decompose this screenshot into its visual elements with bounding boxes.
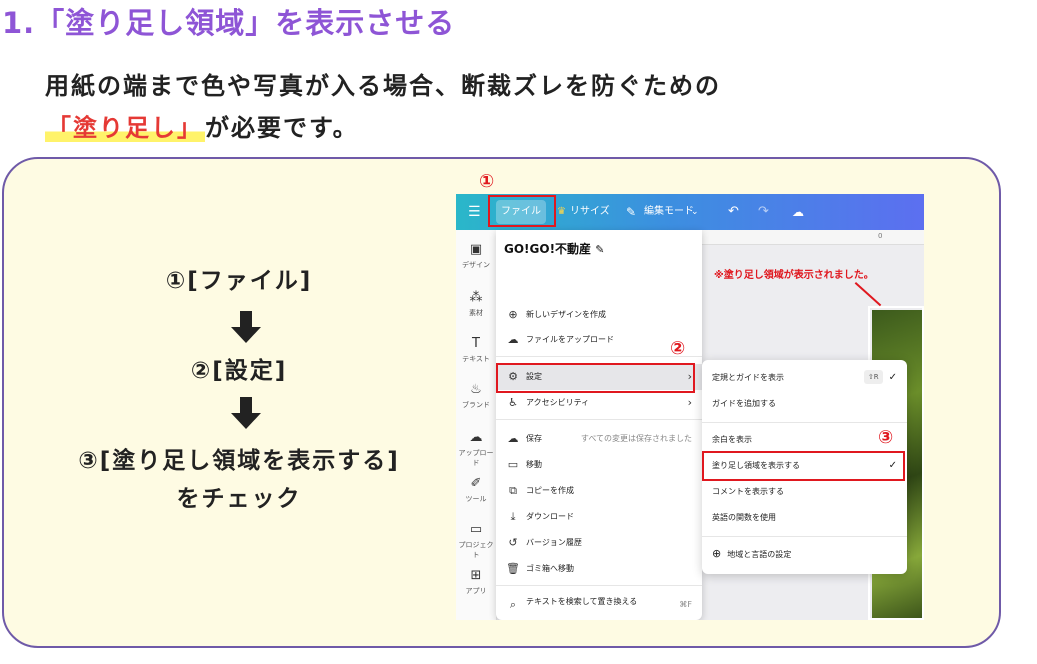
submenu-item-region-language[interactable]: ⊕ 地域と言語の設定 — [702, 542, 907, 566]
app-screenshot: ☰ ファイル ♛ リサイズ ✎ 編集モード ⌄ ↶ ↷ ☁ ▣ デザイン ⁂ 素材 … — [456, 194, 924, 620]
upload-icon: ☁ — [469, 430, 483, 445]
highlight-file — [488, 195, 556, 227]
bleed-note: ※塗り足し領域が表示されました。 — [714, 270, 874, 281]
pencil-icon: ✎ — [626, 205, 637, 219]
menu-item-save[interactable]: ☁ 保存 すべての変更は保存されました — [496, 426, 702, 452]
layout-icon: ▣ — [469, 242, 483, 257]
intro-highlight: 「塗り足し」 — [45, 114, 205, 142]
sidebar-item-tools[interactable]: ✐ ツール — [456, 476, 496, 504]
step-3: ③[塗り足し領域を表示する] — [78, 448, 400, 474]
menu-item-move[interactable]: ▭ 移動 — [496, 452, 702, 478]
ruler-zero: 0 — [878, 232, 883, 240]
submenu-item-comments[interactable]: コメントを表示する — [702, 480, 907, 504]
marker-2: ② — [670, 338, 686, 359]
menu-divider — [496, 585, 702, 586]
chevron-down-icon: ⌄ — [691, 207, 699, 217]
cloud-check-icon[interactable]: ☁ — [792, 194, 804, 230]
sidebar-item-text[interactable]: T テキスト — [456, 336, 496, 364]
menu-item-accessibility[interactable]: ♿ アクセシビリティ › — [496, 390, 702, 416]
brand-icon: ♨ — [470, 382, 482, 397]
highlight-bleed — [702, 451, 905, 481]
submenu-item-english-functions[interactable]: 英語の関数を使用 — [702, 506, 907, 530]
design-title[interactable]: GO!GO!不動産 ✎ — [504, 240, 604, 257]
menu-item-version-history[interactable]: ↺ バージョン履歴 — [496, 530, 702, 556]
submenu-item-margins[interactable]: 余白を表示 — [702, 428, 907, 452]
menu-item-copy[interactable]: ⧉ コピーを作成 — [496, 478, 702, 504]
arrow-down-icon — [231, 397, 261, 431]
search-icon: ⌕ — [509, 598, 517, 611]
page-heading: 1.「塗り足し領域」を表示させる — [2, 6, 456, 40]
menu-item-find-replace[interactable]: ⌕ テキストを検索して置き換える ⌘F — [496, 592, 702, 620]
marker-1: ① — [479, 171, 495, 192]
cloud-check-icon: ☁ — [507, 432, 519, 445]
ruler: 0 — [698, 230, 924, 245]
sidebar-item-apps[interactable]: ⊞ アプリ — [456, 568, 496, 596]
left-sidebar: ▣ デザイン ⁂ 素材 T テキスト ♨ ブランド ☁ アップロード ✐ ツール ▭ プロジェ… — [456, 230, 497, 620]
arrow-down-icon — [231, 311, 261, 345]
menu-item-new-design[interactable]: ⊕ 新しいデザインを作成 — [496, 302, 702, 328]
intro-line-2-rest: が必要です。 — [205, 114, 359, 142]
chevron-right-icon: › — [687, 396, 692, 409]
copy-icon: ⧉ — [509, 484, 517, 497]
menu-item-trash[interactable]: 🗑 ゴミ箱へ移動 — [496, 556, 702, 582]
globe-icon: ⊕ — [712, 547, 722, 560]
accessibility-icon: ♿ — [508, 396, 518, 409]
intro-line-1: 用紙の端まで色や写真が入る場合、断裁ズレを防ぐための — [45, 72, 721, 100]
highlight-settings — [496, 363, 695, 393]
elements-icon: ⁂ — [469, 290, 483, 305]
check-icon: ✓ — [888, 372, 897, 383]
menu-divider — [496, 419, 702, 420]
undo-icon[interactable]: ↶ — [728, 194, 739, 230]
marker-3: ③ — [878, 427, 894, 448]
redo-icon[interactable]: ↷ — [758, 194, 769, 230]
step-2: ②[設定] — [190, 358, 288, 384]
step-1: ①[ファイル] — [165, 268, 313, 294]
new-design-icon: ⊕ — [508, 308, 518, 321]
trash-icon: 🗑 — [506, 562, 520, 575]
upload-icon: ☁ — [507, 333, 519, 346]
save-status: すべての変更は保存されました — [580, 434, 692, 443]
file-menu: GO!GO!不動産 ✎ ⊕ 新しいデザインを作成 ☁ ファイルをアップロード ⚙ 設定… — [496, 230, 702, 620]
sidebar-item-brand[interactable]: ♨ ブランド — [456, 382, 496, 410]
folder-icon: ▭ — [469, 522, 483, 537]
menu-item-download[interactable]: ⤓ ダウンロード — [496, 504, 702, 530]
intro-line-2: 「塗り足し」が必要です。 — [45, 108, 359, 143]
edit-mode-button[interactable]: 編集モード — [644, 194, 694, 230]
crown-icon: ♛ — [557, 206, 566, 217]
hamburger-icon[interactable]: ☰ — [468, 194, 481, 230]
step-3-check: をチェック — [176, 486, 302, 512]
sidebar-item-projects[interactable]: ▭ プロジェクト — [456, 522, 496, 560]
sidebar-item-upload[interactable]: ☁ アップロード — [456, 430, 496, 468]
submenu-divider — [702, 536, 907, 537]
text-icon: T — [472, 336, 480, 351]
folder-icon: ▭ — [507, 458, 519, 471]
submenu-item-rulers-guides[interactable]: 定規とガイドを表示 ⇧R ✓ — [702, 366, 907, 390]
history-icon: ↺ — [508, 536, 518, 549]
shortcut-find: ⌘F — [679, 600, 692, 609]
sidebar-item-elements[interactable]: ⁂ 素材 — [456, 290, 496, 318]
sidebar-item-design[interactable]: ▣ デザイン — [456, 242, 496, 270]
resize-button[interactable]: リサイズ — [570, 194, 610, 230]
download-icon: ⤓ — [510, 510, 516, 523]
submenu-divider — [702, 422, 907, 423]
submenu-item-add-guide[interactable]: ガイドを追加する — [702, 392, 907, 416]
draw-icon: ✐ — [470, 476, 482, 491]
apps-icon: ⊞ — [470, 568, 482, 583]
pencil-icon[interactable]: ✎ — [595, 243, 604, 256]
shortcut-rulers: ⇧R — [863, 370, 883, 384]
